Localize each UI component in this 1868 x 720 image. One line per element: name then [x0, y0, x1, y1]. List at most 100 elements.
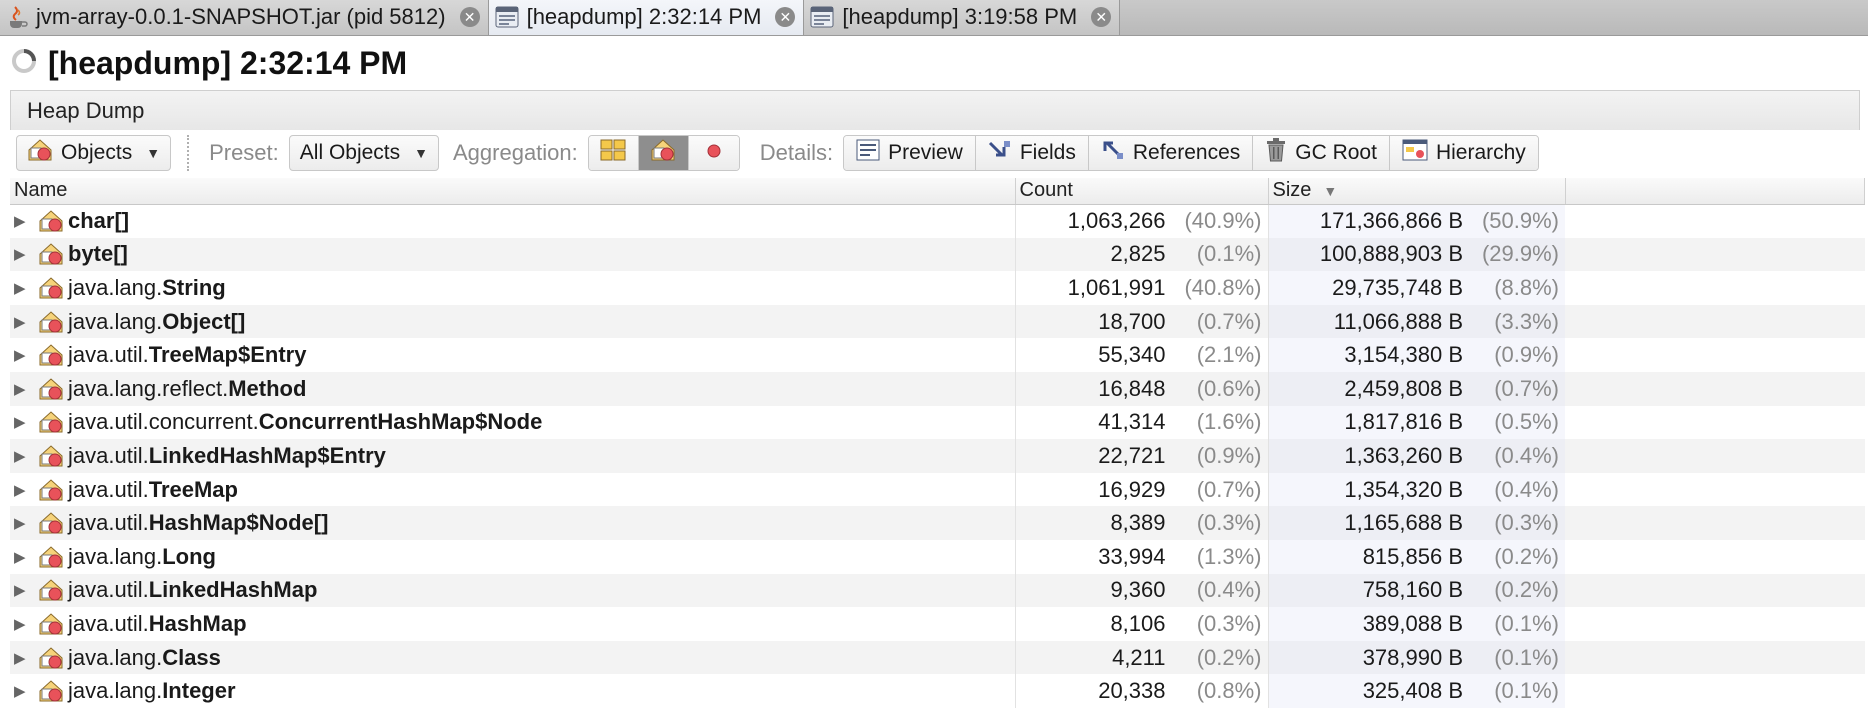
table-row[interactable]: ▶ java.util. LinkedHashMap 9,360 (0.4%) 75…	[10, 573, 1865, 608]
column-header-count[interactable]: Count	[1015, 178, 1269, 205]
tab-heapdump[interactable]: [heapdump] 3:19:58 PM ✕	[804, 0, 1121, 35]
expand-arrow-icon[interactable]: ▶	[14, 245, 38, 263]
table-row[interactable]: ▶ java.util. HashMap 8,106 (0.3%) 389,088 …	[10, 607, 1865, 641]
heapdump-icon	[810, 6, 834, 28]
size-cell: 3,154,380 B (0.9%)	[1267, 338, 1565, 372]
table-row[interactable]: ▶ java.util.concurrent. ConcurrentHashMap…	[10, 405, 1865, 440]
class-name-cell: ▶ java.util. TreeMap	[10, 473, 1015, 506]
expand-arrow-icon[interactable]: ▶	[14, 212, 38, 230]
class-package: java.util.	[68, 342, 149, 368]
table-row[interactable]: ▶ java.lang. Long 33,994 (1.3%) 815,856 B (…	[10, 539, 1865, 574]
expand-arrow-icon[interactable]: ▶	[14, 380, 38, 398]
section-heap-dump[interactable]: Heap Dump	[10, 90, 1860, 130]
size-percent: (0.7%)	[1494, 375, 1559, 401]
close-icon[interactable]: ✕	[775, 7, 796, 27]
size-percent: (0.9%)	[1494, 342, 1559, 368]
heap-table-container: Name Count Size ▼ ▶ char[] 1,063,266 (40.9…	[10, 178, 1865, 720]
aggregation-instances-button[interactable]	[688, 136, 739, 170]
class-icon	[38, 511, 68, 535]
size-cell: 29,735,748 B (8.8%)	[1267, 271, 1565, 305]
column-header-size[interactable]: Size ▼	[1268, 178, 1566, 205]
hierarchy-button[interactable]: Hierarchy	[1389, 136, 1538, 170]
gc-root-button[interactable]: GC Root	[1253, 136, 1390, 170]
expand-arrow-icon[interactable]: ▶	[14, 481, 38, 499]
size-value: 758,160 B	[1362, 577, 1463, 603]
table-row[interactable]: ▶ java.lang. String 1,061,991 (40.8%) 29,7…	[10, 271, 1865, 305]
expand-arrow-icon[interactable]: ▶	[14, 447, 38, 465]
class-simple-name: HashMap$Node[]	[148, 510, 329, 536]
preset-select[interactable]: All Objects ▼	[288, 135, 439, 171]
table-row[interactable]: ▶ java.util. LinkedHashMap$Entry 22,721 (0…	[10, 439, 1865, 473]
size-percent: (50.9%)	[1481, 208, 1559, 234]
table-row[interactable]: ▶ java.lang. Class 4,211 (0.2%) 378,990 B (…	[10, 640, 1865, 675]
count-percent: (40.8%)	[1184, 274, 1262, 300]
class-package: java.util.	[68, 510, 149, 536]
class-simple-name: char[]	[68, 208, 130, 234]
table-row[interactable]: ▶ java.lang. Object[] 18,700 (0.7%) 11,066…	[10, 304, 1865, 339]
class-name-cell: ▶ byte[]	[10, 238, 1015, 271]
size-value: 1,354,320 B	[1344, 476, 1463, 502]
count-cell: 16,848 (0.6%)	[1014, 371, 1268, 406]
java-icon	[6, 5, 28, 29]
fields-label: Fields	[1019, 141, 1076, 164]
size-percent: (0.5%)	[1494, 409, 1559, 435]
size-percent: (0.1%)	[1494, 610, 1559, 636]
filler-cell	[1565, 305, 1865, 339]
size-cell: 1,363,260 B (0.4%)	[1267, 439, 1565, 473]
view-select-objects[interactable]: Objects ▼	[16, 135, 172, 171]
column-header-size-label: Size	[1272, 179, 1312, 202]
expand-arrow-icon[interactable]: ▶	[14, 514, 38, 532]
count-percent: (1.3%)	[1196, 543, 1262, 569]
size-percent: (29.9%)	[1481, 241, 1559, 267]
trash-icon	[1265, 138, 1287, 168]
table-row[interactable]: ▶ java.lang. Integer 20,338 (0.8%) 325,408…	[10, 674, 1865, 708]
size-cell: 171,366,866 B (50.9%)	[1267, 204, 1565, 238]
toolbar: Objects ▼ Preset: All Objects ▼ Aggregat…	[10, 130, 1860, 176]
tab-process[interactable]: jvm-array-0.0.1-SNAPSHOT.jar (pid 5812) …	[0, 0, 489, 35]
expand-arrow-icon[interactable]: ▶	[14, 615, 38, 633]
references-button[interactable]: References	[1088, 136, 1254, 170]
size-percent: (0.3%)	[1494, 510, 1559, 536]
expand-arrow-icon[interactable]: ▶	[14, 413, 38, 431]
expand-arrow-icon[interactable]: ▶	[14, 581, 38, 599]
expand-arrow-icon[interactable]: ▶	[14, 279, 38, 297]
count-percent: (0.6%)	[1196, 375, 1262, 401]
tab-label: jvm-array-0.0.1-SNAPSHOT.jar (pid 5812)	[36, 4, 446, 29]
table-row[interactable]: ▶ char[] 1,063,266 (40.9%) 171,366,866 B (…	[10, 204, 1865, 238]
close-icon[interactable]: ✕	[1091, 7, 1112, 27]
class-name-cell: ▶ java.lang. Integer	[10, 675, 1015, 708]
size-value: 1,165,688 B	[1344, 510, 1463, 536]
table-row[interactable]: ▶ java.util. HashMap$Node[] 8,389 (0.3%) 1…	[10, 506, 1865, 540]
loading-spinner-icon	[10, 47, 38, 80]
preview-button[interactable]: Preview	[844, 136, 976, 170]
table-row[interactable]: ▶ java.util. TreeMap 16,929 (0.7%) 1,354,3…	[10, 472, 1865, 507]
count-value: 8,106	[1110, 610, 1166, 636]
size-value: 3,154,380 B	[1344, 342, 1463, 368]
fields-button[interactable]: Fields	[975, 136, 1089, 170]
aggregation-packages-button[interactable]	[588, 136, 639, 170]
expand-arrow-icon[interactable]: ▶	[14, 649, 38, 667]
tab-heapdump-active[interactable]: [heapdump] 2:32:14 PM ✕	[488, 0, 805, 35]
instance-icon	[706, 141, 722, 165]
count-percent: (0.2%)	[1196, 644, 1262, 670]
size-value: 325,408 B	[1362, 678, 1463, 704]
count-percent: (0.8%)	[1196, 678, 1262, 704]
close-icon[interactable]: ✕	[459, 7, 480, 27]
expand-arrow-icon[interactable]: ▶	[14, 682, 38, 700]
expand-arrow-icon[interactable]: ▶	[14, 548, 38, 566]
hierarchy-icon	[1402, 139, 1428, 167]
table-row[interactable]: ▶ java.util. TreeMap$Entry 55,340 (2.1%) 3…	[10, 338, 1865, 372]
class-simple-name: Class	[162, 644, 221, 670]
class-simple-name: LinkedHashMap$Entry	[148, 442, 386, 468]
aggregation-classes-button[interactable]	[638, 136, 689, 170]
references-icon	[1101, 139, 1125, 167]
chevron-down-icon: ▼	[414, 145, 428, 161]
objects-icon	[27, 138, 53, 168]
size-cell: 389,088 B (0.1%)	[1267, 607, 1565, 641]
expand-arrow-icon[interactable]: ▶	[14, 313, 38, 331]
expand-arrow-icon[interactable]: ▶	[14, 346, 38, 364]
table-row[interactable]: ▶ byte[] 2,825 (0.1%) 100,888,903 B (29.9%…	[10, 237, 1865, 272]
column-header-name[interactable]: Name	[10, 178, 1016, 205]
table-row[interactable]: ▶ java.lang.reflect. Method 16,848 (0.6%) …	[10, 371, 1865, 406]
size-value: 378,990 B	[1362, 644, 1463, 670]
